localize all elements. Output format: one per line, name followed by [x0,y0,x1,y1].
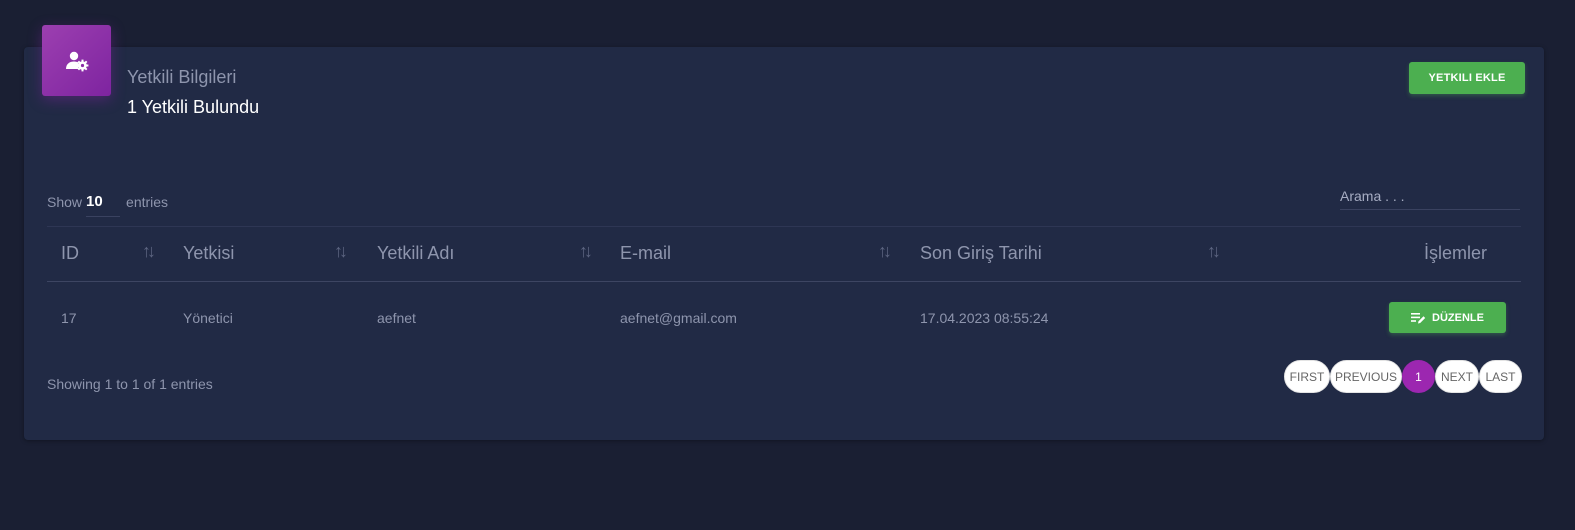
edit-button-label: DÜZENLE [1432,311,1484,324]
cell-yetkisi: Yönetici [183,310,233,326]
table-header: ID ↑↓ Yetkisi ↑↓ Yetkili Adı ↑↓ E-mail ↑… [47,226,1521,282]
length-prefix: Show [47,193,83,210]
card-title: Yetkili Bilgileri [127,67,237,87]
column-header-id[interactable]: ID [61,243,79,264]
sort-icon[interactable]: ↑↓ [878,241,892,262]
user-gear-icon [42,25,111,96]
edit-note-icon [1411,312,1426,323]
card-subtitle: 1 Yetkili Bulundu [127,97,260,117]
column-header-son-giris[interactable]: Son Giriş Tarihi [920,243,1042,264]
sort-icon[interactable]: ↑↓ [579,241,593,262]
cell-son-giris: 17.04.2023 08:55:24 [920,310,1049,326]
entries-select[interactable]: 10 [86,186,121,217]
page-next-button[interactable]: NEXT [1435,360,1479,393]
cell-yetkili-adi: aefnet [377,310,416,326]
entries-length-control: Show 10 entries [47,186,168,217]
sort-icon[interactable]: ↑↓ [334,241,348,262]
edit-button[interactable]: DÜZENLE [1389,302,1506,333]
cell-email: aefnet@gmail.com [620,310,737,326]
sort-icon[interactable]: ↑↓ [1207,241,1221,262]
pagination: FIRST PREVIOUS 1 NEXT LAST [1284,360,1522,393]
page-first-button[interactable]: FIRST [1284,360,1330,393]
page-current-button[interactable]: 1 [1402,360,1435,393]
search-input[interactable]: Arama . . . [1340,186,1520,210]
column-header-email[interactable]: E-mail [620,243,671,264]
table-info: Showing 1 to 1 of 1 entries [47,376,213,392]
page-previous-button[interactable]: PREVIOUS [1330,360,1402,393]
add-admin-button[interactable]: YETKILI EKLE [1409,62,1525,94]
column-header-yetkili-adi[interactable]: Yetkili Adı [377,243,454,264]
table-row: 17 Yönetici aefnet aefnet@gmail.com 17.0… [47,282,1521,352]
cell-id: 17 [61,310,77,326]
admins-table: ID ↑↓ Yetkisi ↑↓ Yetkili Adı ↑↓ E-mail ↑… [47,226,1521,352]
page-last-button[interactable]: LAST [1479,360,1522,393]
column-header-yetkisi[interactable]: Yetkisi [183,243,234,264]
sort-icon[interactable]: ↑↓ [142,241,156,262]
admin-card: Yetkili Bilgileri 1 Yetkili Bulundu YETK… [24,25,1544,440]
column-header-islemler: İşlemler [1424,243,1488,263]
length-suffix: entries [126,193,169,210]
